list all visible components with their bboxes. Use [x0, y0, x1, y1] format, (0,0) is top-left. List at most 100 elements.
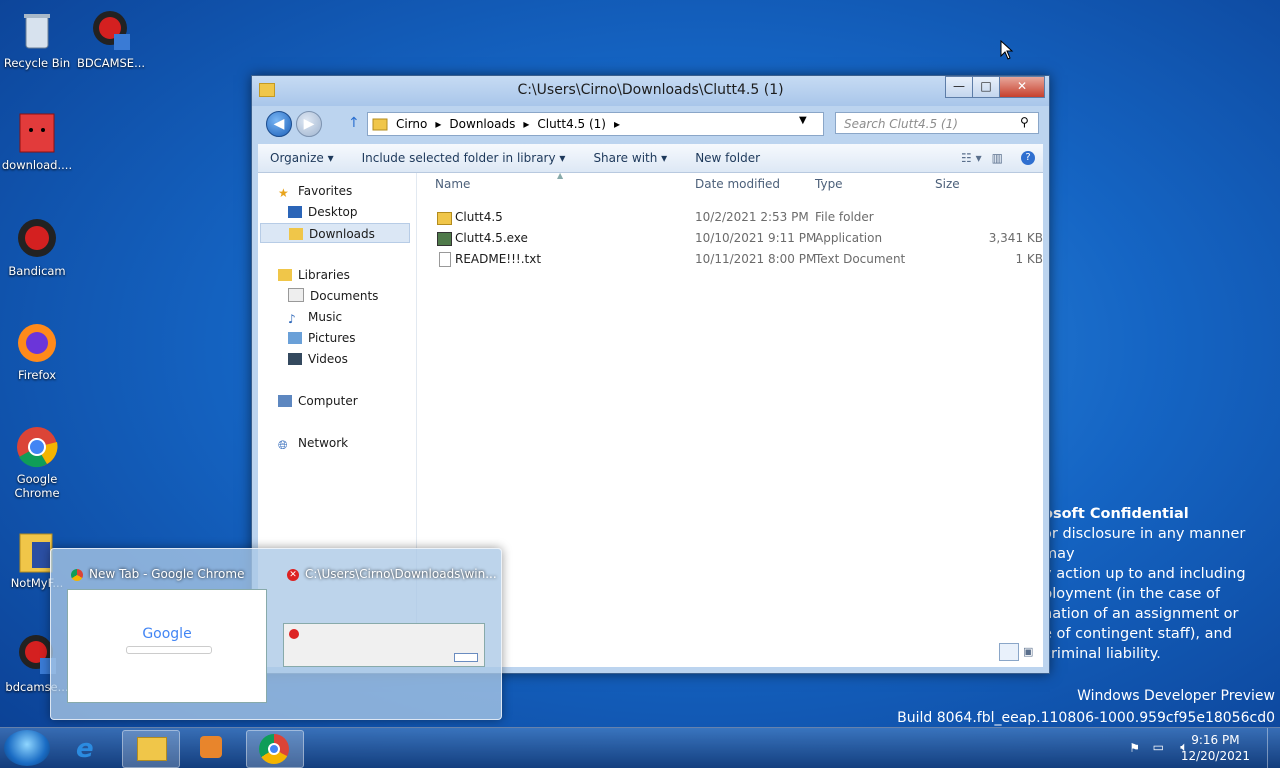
error-icon: ✕	[287, 569, 299, 581]
nav-favorites[interactable]: ★ Favorites	[278, 181, 352, 201]
nav-network[interactable]: 🌐︎ Network	[278, 433, 348, 453]
large-icons-view-icon[interactable]: ▣	[1023, 645, 1039, 661]
show-desktop-button[interactable]	[1267, 728, 1280, 768]
taskbar-thumbnail-popup: New Tab - Google Chrome ✕ C:\Users\Cirno…	[50, 548, 502, 720]
folder-icon	[372, 118, 388, 131]
help-icon[interactable]: ?	[1021, 151, 1035, 165]
chrome-icon	[71, 569, 83, 581]
google-logo: Google	[142, 626, 192, 642]
explorer-folder-icon	[137, 737, 167, 761]
breadcrumb-clutt[interactable]: Clutt4.5 (1)	[537, 117, 606, 131]
music-icon: ♪	[288, 312, 296, 326]
column-size[interactable]: Size	[935, 177, 960, 191]
column-type[interactable]: Type	[815, 177, 843, 191]
maximize-button[interactable]: □	[972, 76, 1000, 98]
up-arrow-icon[interactable]: ↑	[348, 115, 360, 131]
bandicam-icon	[14, 216, 60, 262]
build-watermark: Windows Developer Preview Build 8064.fbl…	[897, 688, 1275, 726]
videos-icon	[288, 353, 302, 365]
star-icon: ★	[278, 186, 289, 200]
network-icon: 🌐︎	[278, 438, 288, 452]
nav-libraries[interactable]: Libraries	[278, 265, 350, 285]
taskbar-internet-explorer[interactable]: e	[62, 730, 118, 766]
desktop-icon-bdcamse[interactable]: BDCAMSE...	[75, 8, 147, 70]
chrome-thumbnail[interactable]: Google	[67, 589, 267, 703]
recycle-bin-icon	[14, 8, 60, 54]
command-bar: Organize ▾ Include selected folder in li…	[258, 144, 1043, 173]
text-file-icon	[439, 252, 451, 267]
chrome-icon	[14, 424, 60, 470]
file-row-folder[interactable]: Clutt4.5 10/2/2021 2:53 PM File folder	[417, 207, 1043, 227]
action-center-flag-icon[interactable]: ⚑	[1129, 741, 1140, 755]
mouse-cursor-icon	[1000, 40, 1014, 60]
nav-computer[interactable]: Computer	[278, 391, 358, 411]
minimize-button[interactable]: —	[945, 76, 973, 98]
breadcrumb-downloads[interactable]: Downloads	[449, 117, 515, 131]
column-date[interactable]: Date modified	[695, 177, 780, 191]
application-icon	[437, 232, 452, 246]
error-dialog-thumbnail[interactable]	[283, 623, 485, 667]
back-button[interactable]: ◀	[266, 111, 292, 137]
forward-button[interactable]: ▶	[296, 111, 322, 137]
address-row: ◀ ▶ ↑ Cirno ▸ Downloads ▸ Clutt4.5 (1) ▸…	[252, 107, 1049, 141]
confidential-watermark: osoft Confidential or disclosure in any …	[1043, 506, 1246, 662]
taskbar: e ⚑ ▭ 🔈︎ 9:16 PM 12/20/2021	[0, 727, 1280, 768]
details-view-icon[interactable]	[999, 643, 1019, 661]
taskbar-chrome[interactable]	[246, 730, 304, 768]
desktop-icon-chrome[interactable]: Google Chrome	[1, 424, 73, 500]
column-name[interactable]: Name	[435, 177, 470, 191]
pictures-icon	[288, 332, 302, 344]
nav-documents[interactable]: Documents	[288, 286, 378, 306]
chrome-thumbnail-title: New Tab - Google Chrome	[89, 567, 245, 581]
file-row-txt[interactable]: README!!!.txt 10/11/2021 8:00 PM Text Do…	[417, 249, 1043, 269]
breadcrumb-sep: ▸	[435, 117, 442, 131]
breadcrumb-cirno[interactable]: Cirno	[396, 117, 427, 131]
desktop-icon-download[interactable]: download....	[1, 110, 73, 172]
include-in-library-button[interactable]: Include selected folder in library ▾	[362, 151, 566, 165]
libraries-icon	[278, 269, 292, 281]
sort-arrow-icon: ▲	[557, 171, 564, 180]
new-folder-button[interactable]: New folder	[695, 151, 760, 165]
nav-pictures[interactable]: Pictures	[288, 328, 356, 348]
desktop-icon-bandicam[interactable]: Bandicam	[1, 216, 73, 278]
explorer-thumbnail-title: C:\Users\Cirno\Downloads\win...	[305, 567, 497, 581]
start-button[interactable]	[4, 730, 50, 766]
desktop-icon-firefox[interactable]: Firefox	[1, 320, 73, 382]
bandicam-setup-icon	[88, 8, 134, 54]
file-list: Name ▲ Date modified Type Size Clutt4.5 …	[417, 171, 1043, 667]
folder-icon	[437, 212, 452, 225]
network-tray-icon[interactable]: ▭	[1153, 740, 1164, 754]
chrome-icon	[259, 734, 289, 764]
window-title: C:\Users\Cirno\Downloads\Clutt4.5 (1)	[517, 82, 784, 98]
firefox-icon	[14, 320, 60, 366]
red-cube-icon	[14, 110, 60, 156]
ok-button[interactable]	[454, 653, 478, 662]
desktop-icon	[288, 206, 302, 218]
documents-icon	[288, 288, 304, 302]
preview-pane-icon[interactable]: ▥	[992, 151, 1003, 165]
search-input[interactable]: Search Clutt4.5 (1)	[835, 112, 1039, 134]
clock[interactable]: 9:16 PM 12/20/2021	[1181, 732, 1250, 764]
nav-videos[interactable]: Videos	[288, 349, 348, 369]
file-row-exe[interactable]: Clutt4.5.exe 10/10/2021 9:11 PM Applicat…	[417, 228, 1043, 248]
close-button[interactable]: ✕	[999, 76, 1045, 98]
view-options-icon[interactable]: ☷ ▾	[961, 151, 982, 165]
error-icon	[289, 629, 299, 639]
taskbar-explorer[interactable]	[122, 730, 180, 768]
desktop-icon-recycle-bin[interactable]: Recycle Bin	[1, 8, 73, 70]
breadcrumb-sep: ▸	[613, 117, 621, 131]
search-icon: ⚲	[1020, 115, 1029, 129]
address-bar[interactable]: Cirno ▸ Downloads ▸ Clutt4.5 (1) ▸	[367, 112, 824, 136]
search-box-thumbnail	[126, 646, 212, 654]
breadcrumb-sep: ▸	[523, 117, 530, 131]
nav-music[interactable]: ♪ Music	[288, 307, 342, 327]
computer-icon	[278, 395, 292, 407]
nav-desktop[interactable]: Desktop	[288, 202, 358, 222]
media-player-icon	[200, 736, 222, 758]
nav-downloads[interactable]: Downloads	[260, 223, 410, 243]
title-bar[interactable]: C:\Users\Cirno\Downloads\Clutt4.5 (1) — …	[252, 76, 1049, 106]
share-with-button[interactable]: Share with ▾	[593, 151, 667, 165]
internet-explorer-icon: e	[76, 734, 94, 764]
taskbar-media-player[interactable]	[184, 730, 240, 766]
organize-button[interactable]: Organize ▾	[270, 151, 334, 165]
